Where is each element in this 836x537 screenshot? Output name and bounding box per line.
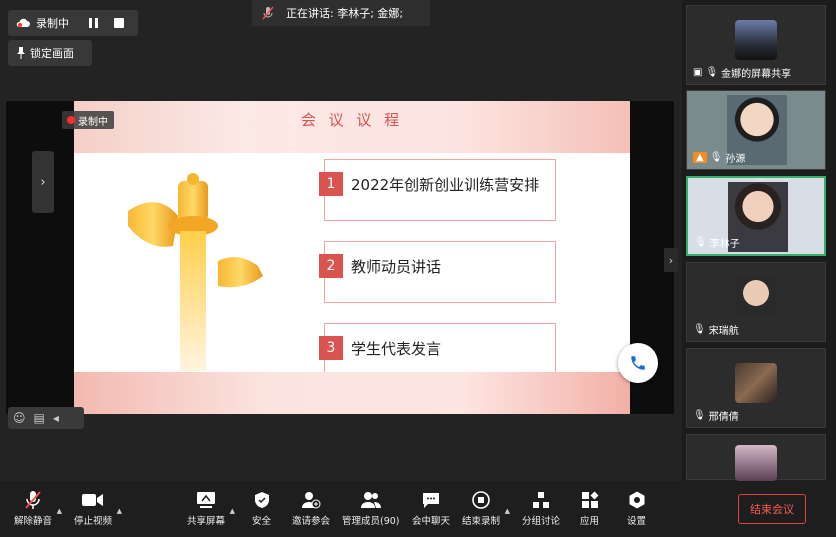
recording-badge: 录制中: [62, 111, 114, 129]
collapse-icon[interactable]: ◂: [53, 411, 59, 425]
avatar: [735, 277, 777, 317]
chat-bubble-icon[interactable]: ▤: [34, 411, 45, 425]
speaking-text: 正在讲话: 李林子; 金娜;: [286, 7, 404, 20]
call-button[interactable]: [618, 343, 658, 383]
end-meeting-button[interactable]: 结束会议: [738, 494, 806, 524]
chat-button[interactable]: 会中聊天: [412, 487, 450, 527]
participant-sidebar: ▣ 🎙 金娜的屏幕共享 ▲ 🎙 孙源 🎙 李林子 🎙 宋瑞航 🎙 邢倩倩: [682, 0, 836, 537]
apps-button[interactable]: 应用: [580, 487, 599, 527]
mic-icon: 🎙: [694, 237, 707, 248]
cloud-record-icon: [16, 18, 30, 28]
members-icon: [360, 492, 381, 508]
screen-share-icon: ▣: [693, 67, 703, 78]
agenda-number: 1: [319, 172, 343, 196]
caret-up-icon[interactable]: ▲: [117, 507, 122, 515]
mic-muted-icon: 🎙: [709, 152, 723, 163]
mic-muted-icon: 🎙: [693, 324, 706, 335]
manage-members-button[interactable]: 管理成员(90): [342, 487, 400, 527]
speaking-indicator: 正在讲话: 李林子; 金娜;: [252, 0, 430, 26]
slide-title: 会 议 议 程: [300, 111, 404, 129]
host-icon: ▲: [693, 152, 707, 163]
pause-recording-button[interactable]: [89, 18, 98, 28]
caret-up-icon[interactable]: ▲: [230, 507, 235, 515]
add-user-icon: [302, 492, 321, 509]
video-camera-icon: [82, 494, 103, 506]
stop-video-button[interactable]: 停止视频 ▲: [74, 487, 122, 527]
participant-tile[interactable]: ▣ 🎙 金娜的屏幕共享: [686, 5, 826, 85]
stop-recording-button[interactable]: [114, 18, 124, 28]
mic-icon: 🎙: [705, 67, 719, 78]
caret-up-icon[interactable]: ▲: [57, 507, 62, 515]
emoji-icon[interactable]: ☺: [13, 411, 26, 425]
stop-record-icon: [472, 491, 490, 509]
share-screen-button[interactable]: 共享屏幕 ▲: [187, 487, 235, 527]
chat-icon: [423, 493, 439, 508]
shared-screen-stage: › 会 议 议 程 1 2022年创新创业训练营安排 2 教师动员讲话 3 学生…: [6, 101, 674, 414]
participant-name: 🎙 李林子: [694, 237, 740, 250]
participant-name: 🎙 宋瑞航: [693, 324, 739, 337]
breakout-button[interactable]: 分组讨论: [522, 487, 560, 527]
invite-button[interactable]: 邀请参会: [292, 487, 330, 527]
agenda-item: 2 教师动员讲话: [319, 241, 556, 303]
expand-left-button[interactable]: ›: [32, 151, 54, 213]
participant-tile[interactable]: 🎙 宋瑞航: [686, 262, 826, 342]
agenda-number: 3: [319, 336, 343, 360]
participant-name: 🎙 邢倩倩: [693, 410, 739, 423]
apps-grid-icon: [581, 491, 598, 508]
lock-screen-button[interactable]: 锁定画面: [8, 40, 92, 66]
participant-name: ▣ 🎙 金娜的屏幕共享: [693, 67, 792, 80]
mic-muted-icon: 🎙: [693, 410, 706, 421]
participant-name: ▲ 🎙 孙源: [693, 150, 745, 165]
presentation-slide: 会 议 议 程 1 2022年创新创业训练营安排 2 教师动员讲话 3 学生代表…: [74, 101, 630, 414]
security-button[interactable]: 安全: [252, 487, 271, 527]
reaction-tools: ☺ ▤ ◂: [8, 407, 84, 429]
participant-tile[interactable]: 🎙 李林子: [686, 176, 826, 256]
share-screen-icon: [197, 492, 215, 508]
mic-muted-icon: [262, 6, 274, 20]
settings-button[interactable]: 设置: [627, 487, 646, 527]
participant-tile[interactable]: [686, 434, 826, 481]
huabiao-column-image: [128, 173, 263, 371]
chevron-right-icon: ›: [668, 253, 674, 267]
mic-muted-icon: [25, 491, 41, 509]
chevron-right-icon: ›: [40, 174, 46, 190]
avatar: [735, 20, 777, 60]
breakout-rooms-icon: [533, 492, 549, 508]
participant-tile[interactable]: ▲ 🎙 孙源: [686, 90, 826, 170]
agenda-label: 2022年创新创业训练营安排: [351, 176, 540, 194]
agenda-item: 1 2022年创新创业训练营安排: [319, 159, 556, 221]
agenda-label: 学生代表发言: [351, 340, 442, 358]
participant-tile[interactable]: 🎙 邢倩倩: [686, 348, 826, 428]
end-recording-button[interactable]: 结束录制 ▲: [462, 487, 510, 527]
phone-icon: [631, 356, 645, 370]
unmute-button[interactable]: 解除静音 ▲: [14, 487, 62, 527]
recording-label: 录制中: [36, 17, 69, 30]
recording-control-bar: 录制中: [8, 10, 138, 36]
shield-icon: [254, 492, 269, 508]
meeting-toolbar: 解除静音 ▲ 停止视频 ▲ 共享屏幕 ▲ 安全 邀请参会 管理成员(90) 会中…: [0, 481, 836, 537]
agenda-number: 2: [319, 254, 343, 278]
collapse-sidebar-button[interactable]: ›: [664, 248, 678, 272]
lock-screen-label: 锁定画面: [30, 47, 74, 60]
agenda-label: 教师动员讲话: [351, 258, 442, 276]
caret-up-icon[interactable]: ▲: [505, 507, 510, 515]
avatar: [735, 363, 777, 403]
avatar: [735, 445, 777, 481]
meeting-main-area: 录制中 锁定画面 正在讲话: 李林子; 金娜; › 会 议 议 程 1 2022…: [0, 0, 682, 481]
pin-icon: [17, 47, 25, 59]
slide-footer-band: [74, 372, 630, 414]
gear-icon: [629, 491, 644, 509]
